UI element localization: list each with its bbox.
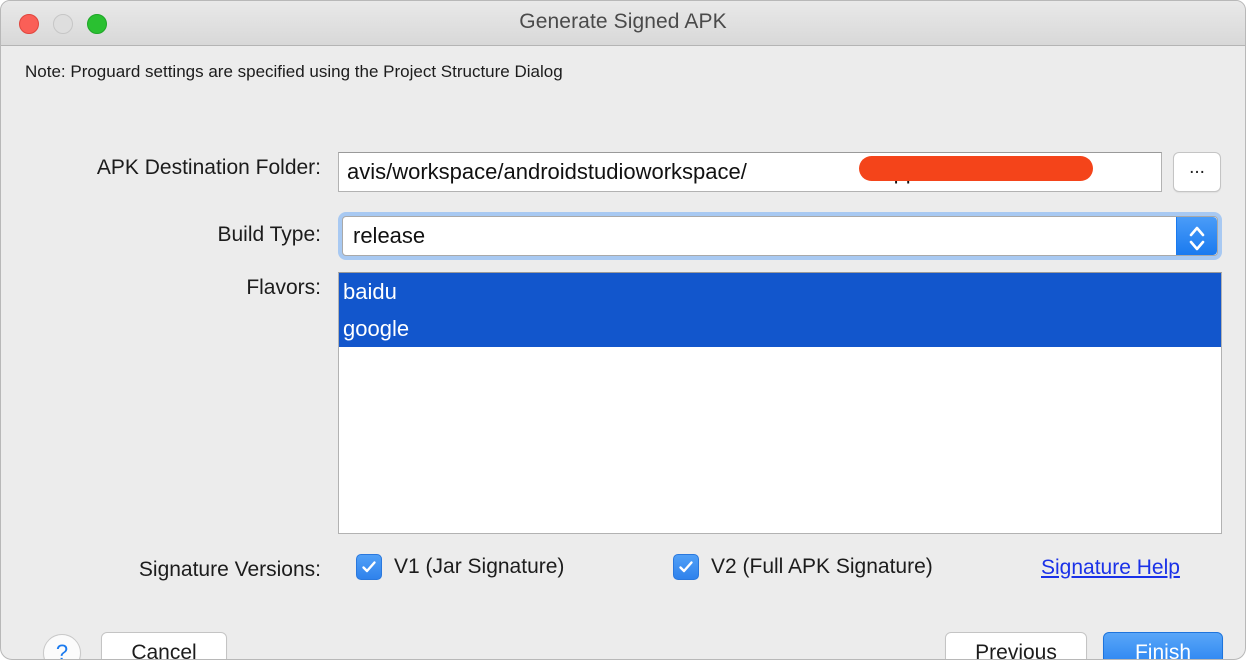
build-type-value: release — [353, 223, 426, 248]
browse-folder-button[interactable]: ... — [1173, 152, 1221, 192]
chevron-up-down-icon[interactable] — [1176, 217, 1217, 255]
generate-signed-apk-dialog: Generate Signed APK Note: Proguard setti… — [0, 0, 1246, 660]
title-bar: Generate Signed APK — [1, 1, 1245, 46]
signature-v2-checkbox[interactable]: V2 (Full APK Signature) — [673, 554, 933, 580]
signature-v1-label: V1 (Jar Signature) — [394, 555, 565, 578]
dialog-title: Generate Signed APK — [519, 10, 727, 33]
signature-versions-label: Signature Versions: — [138, 558, 321, 581]
signature-help-link[interactable]: Signature Help — [1041, 556, 1180, 580]
help-button[interactable]: ? — [43, 634, 81, 659]
checkmark-icon — [673, 554, 699, 580]
redaction-mark — [859, 156, 1093, 181]
previous-button[interactable]: Previous — [945, 632, 1087, 659]
signature-v2-label: V2 (Full APK Signature) — [711, 555, 933, 578]
build-type-select[interactable]: release — [342, 216, 1218, 256]
proguard-note: Note: Proguard settings are specified us… — [25, 62, 563, 81]
build-type-label: Build Type: — [217, 223, 321, 246]
flavors-list[interactable]: baidu google — [338, 272, 1222, 534]
list-item[interactable]: baidu — [339, 273, 1221, 310]
signature-v1-checkbox[interactable]: V1 (Jar Signature) — [356, 554, 564, 580]
cancel-button[interactable]: Cancel — [101, 632, 227, 659]
apk-destination-label: APK Destination Folder: — [96, 156, 321, 179]
flavors-label: Flavors: — [246, 276, 321, 299]
build-type-focus-ring: release — [338, 212, 1222, 260]
dialog-content: Note: Proguard settings are specified us… — [1, 46, 1245, 659]
finish-button[interactable]: Finish — [1103, 632, 1223, 659]
list-item[interactable]: google — [339, 310, 1221, 347]
checkmark-icon — [356, 554, 382, 580]
